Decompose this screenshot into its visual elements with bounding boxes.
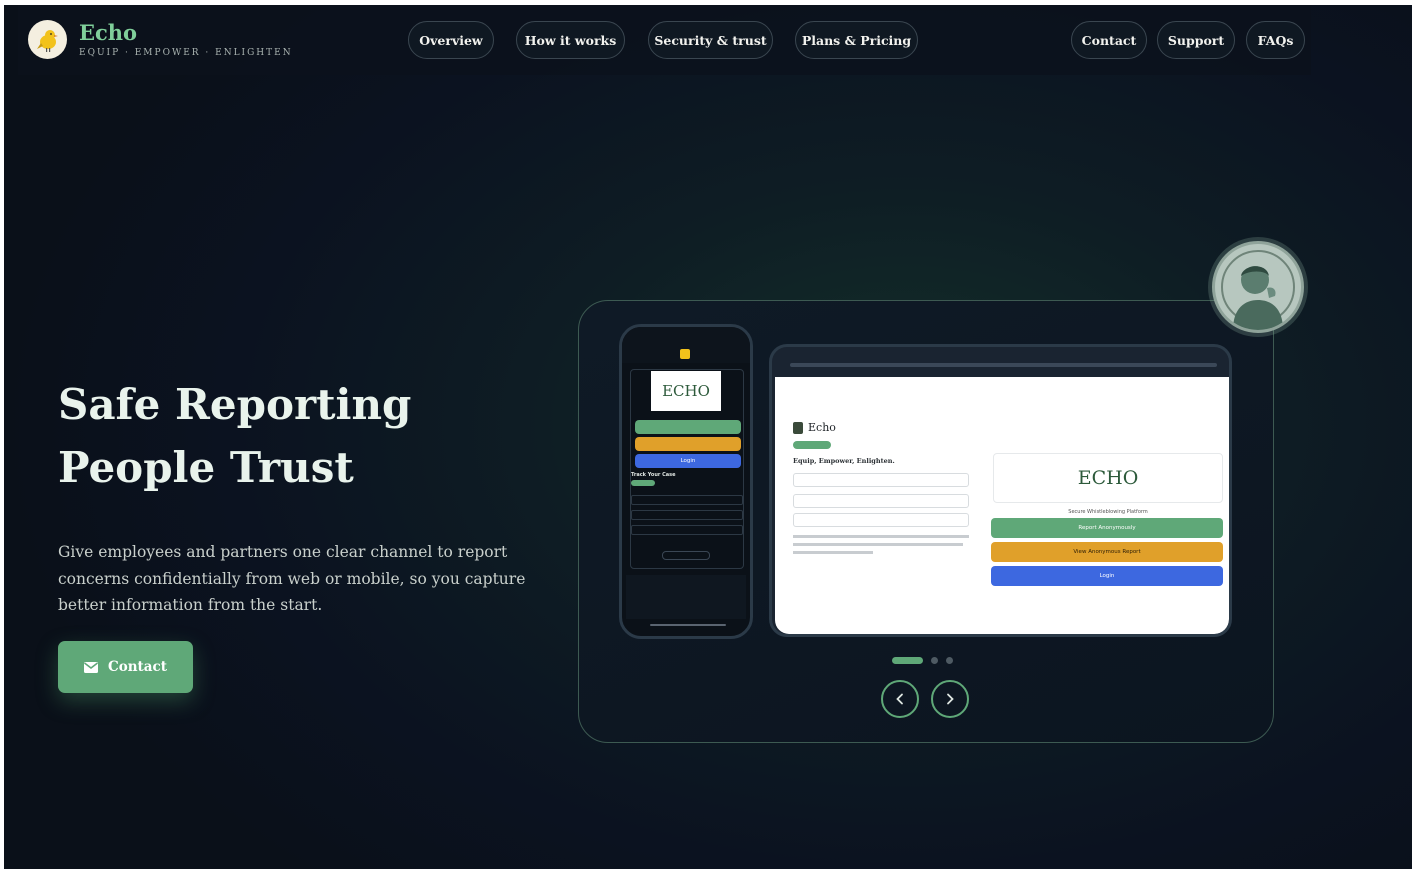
tablet-brand-name: Echo [808,421,836,434]
contact-cta-button[interactable]: Contact [58,641,193,693]
tablet-platform-label: Secure Whistleblowing Platform [1068,509,1148,515]
contact-cta-label: Contact [107,659,167,675]
envelope-icon [83,661,98,673]
phone-view-button[interactable] [635,437,741,451]
phone-track-label: Track Your Case [631,472,676,478]
carousel-next-button[interactable] [931,680,969,718]
tablet-login-button[interactable]: Login [991,566,1223,586]
phone-login-button[interactable]: Login [635,454,741,468]
nav-how-it-works[interactable]: How it works [516,21,625,59]
brand-tagline: EQUIP · EMPOWER · ENLIGHTEN [79,47,293,58]
whistleblower-avatar-icon [1212,241,1304,333]
chevron-left-icon [896,693,903,705]
carousel-dot[interactable] [946,657,953,664]
page-background: Echo EQUIP · EMPOWER · ENLIGHTEN Overvie… [4,5,1412,869]
tablet-view-button[interactable]: View Anonymous Report [991,542,1223,562]
nav-faqs[interactable]: FAQs [1246,21,1305,59]
phone-report-button[interactable] [635,420,741,434]
nav-overview[interactable]: Overview [408,21,494,59]
tablet-mockup: Echo Equip, Empower, Enlighten. ECHO Sec… [769,344,1232,637]
tablet-brand-icon [793,421,803,434]
carousel-dot[interactable] [931,657,938,664]
hero-subtitle: Give employees and partners one clear ch… [58,543,526,614]
phone-app-icon [680,349,690,359]
tablet-heading: Equip, Empower, Enlighten. [793,457,895,465]
top-navbar: Echo EQUIP · EMPOWER · ENLIGHTEN Overvie… [18,5,1311,75]
nav-support[interactable]: Support [1157,21,1235,59]
brand-name: Echo [79,19,138,45]
nav-security-trust[interactable]: Security & trust [648,21,773,59]
tablet-logo: ECHO [993,453,1223,503]
chevron-right-icon [947,693,954,705]
carousel-indicators [892,657,953,664]
tablet-screen: Echo Equip, Empower, Enlighten. ECHO Sec… [775,377,1229,634]
canary-logo-icon [28,20,67,59]
nav-contact[interactable]: Contact [1071,21,1147,59]
carousel-prev-button[interactable] [881,680,919,718]
brand[interactable]: Echo EQUIP · EMPOWER · ENLIGHTEN [28,20,293,59]
nav-plans-pricing[interactable]: Plans & Pricing [795,21,918,59]
phone-mockup: ECHO Login Track Your Case [619,324,753,639]
tablet-report-button[interactable]: Report Anonymously [991,518,1223,538]
hero-title: Safe Reporting People Trust [58,380,412,492]
phone-logo: ECHO [651,371,721,411]
carousel-dot-active[interactable] [892,657,923,664]
